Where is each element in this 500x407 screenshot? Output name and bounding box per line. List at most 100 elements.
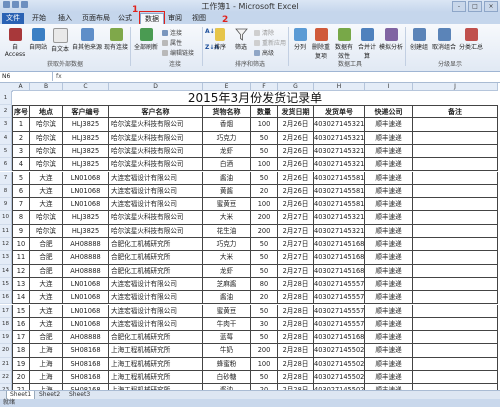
table-cell-col-h[interactable]: 403027145557 xyxy=(314,291,365,305)
table-cell-col-g[interactable]: 2月28日 xyxy=(278,277,314,292)
table-cell-col-e[interactable]: 酱油 xyxy=(203,291,251,305)
text-to-columns-button[interactable]: 分列 xyxy=(291,28,309,51)
table-header-cell[interactable]: 客户名称 xyxy=(109,105,203,119)
table-cell-col-e[interactable]: 酱油 xyxy=(203,171,251,185)
table-cell-col-a[interactable]: 5 xyxy=(12,171,30,185)
data-validation-button[interactable]: 数据有效性 xyxy=(333,28,355,60)
table-cell-col-d[interactable]: 合肥化工机械研究所 xyxy=(109,251,203,265)
table-cell-col-i[interactable]: 顺丰速递 xyxy=(365,238,413,252)
table-cell-col-j[interactable] xyxy=(413,131,498,145)
refresh-all-button[interactable]: 全部刷新 xyxy=(133,28,159,51)
table-header-cell[interactable]: 发货单号 xyxy=(314,105,365,119)
table-cell-col-a[interactable]: 1 xyxy=(12,118,30,132)
table-cell-col-d[interactable]: 哈尔滨星火科技有限公司 xyxy=(109,118,203,132)
table-cell-col-a[interactable]: 14 xyxy=(12,291,30,305)
from-web-button[interactable]: 自网站 xyxy=(28,28,48,51)
column-header-i[interactable]: I xyxy=(365,83,413,91)
table-cell-col-c[interactable]: HLJ3825 xyxy=(63,158,109,172)
minimize-button[interactable]: - xyxy=(452,1,466,12)
table-cell-col-h[interactable]: 403027145502 xyxy=(314,344,365,358)
consolidate-button[interactable]: 合并计算 xyxy=(356,28,378,60)
table-cell-col-d[interactable]: 大连宏福设计有限公司 xyxy=(109,277,203,292)
row-header[interactable]: 20 xyxy=(0,344,12,358)
table-cell-col-a[interactable]: 18 xyxy=(12,344,30,358)
row-header[interactable]: 10 xyxy=(0,211,12,225)
table-cell-col-e[interactable]: 蜜黄豆 xyxy=(203,304,251,318)
table-cell-col-d[interactable]: 哈尔滨星火科技有限公司 xyxy=(109,131,203,145)
row-header[interactable]: 4 xyxy=(0,131,12,145)
table-header-cell[interactable]: 客户编号 xyxy=(63,105,109,119)
table-cell-col-c[interactable]: LN01068 xyxy=(63,291,109,305)
table-cell-col-f[interactable]: 200 xyxy=(251,344,278,358)
column-header-d[interactable]: D xyxy=(109,83,203,91)
row-header[interactable]: 17 xyxy=(0,304,12,318)
column-header-j[interactable]: J xyxy=(413,83,498,91)
table-cell-col-i[interactable]: 顺丰速递 xyxy=(365,331,413,345)
table-header-cell[interactable]: 备注 xyxy=(413,105,498,119)
table-cell-col-j[interactable] xyxy=(413,118,498,132)
table-cell-col-h[interactable]: 403027145168 xyxy=(314,264,365,278)
table-cell-col-c[interactable]: SH08168 xyxy=(63,357,109,371)
from-text-button[interactable]: 自文本 xyxy=(50,28,70,53)
table-cell-col-c[interactable]: AH08888 xyxy=(63,264,109,278)
table-cell-col-b[interactable]: 合肥 xyxy=(30,331,63,345)
sheet-tab-sheet2[interactable]: Sheet2 xyxy=(36,391,63,399)
table-cell-col-e[interactable]: 蜜黄豆 xyxy=(203,198,251,212)
table-cell-col-i[interactable]: 顺丰速递 xyxy=(365,344,413,358)
table-cell-col-c[interactable]: SH08168 xyxy=(63,344,109,358)
row-header[interactable]: 12 xyxy=(0,238,12,252)
table-cell-col-h[interactable]: 403027145321 xyxy=(314,158,365,172)
table-cell-col-c[interactable]: HLJ3825 xyxy=(63,118,109,132)
table-cell-col-g[interactable]: 2月27日 xyxy=(278,211,314,225)
table-cell-col-e[interactable]: 花生油 xyxy=(203,224,251,238)
table-cell-col-d[interactable]: 哈尔滨星火科技有限公司 xyxy=(109,158,203,172)
column-header-e[interactable]: E xyxy=(203,83,251,91)
table-cell-col-a[interactable]: 9 xyxy=(12,224,30,238)
table-cell-col-c[interactable]: LN01068 xyxy=(63,317,109,332)
table-cell-col-c[interactable]: AH08888 xyxy=(63,251,109,265)
table-cell-col-b[interactable]: 上海 xyxy=(30,344,63,358)
table-cell-col-e[interactable]: 香烟 xyxy=(203,118,251,132)
table-cell-col-c[interactable]: HLJ3825 xyxy=(63,131,109,145)
table-cell-col-d[interactable]: 大连宏福设计有限公司 xyxy=(109,171,203,185)
row-header[interactable]: 16 xyxy=(0,291,12,305)
table-cell-col-j[interactable] xyxy=(413,158,498,172)
table-cell-col-i[interactable]: 顺丰速递 xyxy=(365,304,413,318)
table-cell-col-f[interactable]: 80 xyxy=(251,277,278,292)
table-cell-col-g[interactable]: 2月26日 xyxy=(278,131,314,145)
table-cell-col-d[interactable]: 大连宏福设计有限公司 xyxy=(109,317,203,332)
table-cell-col-g[interactable]: 2月27日 xyxy=(278,251,314,265)
table-cell-col-j[interactable] xyxy=(413,224,498,238)
table-cell-col-h[interactable]: 403027145321 xyxy=(314,118,365,132)
remove-duplicates-button[interactable]: 删除重复项 xyxy=(310,28,332,60)
table-cell-col-g[interactable]: 2月28日 xyxy=(278,371,314,385)
table-cell-col-b[interactable]: 合肥 xyxy=(30,251,63,265)
table-cell-col-i[interactable]: 顺丰速递 xyxy=(365,184,413,199)
row-header[interactable]: 11 xyxy=(0,224,12,238)
table-cell-col-f[interactable]: 200 xyxy=(251,211,278,225)
table-cell-col-f[interactable]: 100 xyxy=(251,118,278,132)
from-access-button[interactable]: 自 Access xyxy=(4,28,26,58)
table-cell-col-f[interactable]: 30 xyxy=(251,317,278,332)
table-cell-col-d[interactable]: 大连宏福设计有限公司 xyxy=(109,291,203,305)
table-cell-col-f[interactable]: 50 xyxy=(251,304,278,318)
row-header[interactable]: 21 xyxy=(0,357,12,371)
fx-icon[interactable]: fx xyxy=(56,72,62,81)
table-cell-col-d[interactable]: 大连宏福设计有限公司 xyxy=(109,184,203,199)
table-cell-col-f[interactable]: 50 xyxy=(251,144,278,159)
row-header[interactable]: 5 xyxy=(0,144,12,159)
table-cell-col-b[interactable]: 哈尔滨 xyxy=(30,158,63,172)
table-cell-col-e[interactable]: 巧克力 xyxy=(203,131,251,145)
table-cell-col-f[interactable]: 100 xyxy=(251,198,278,212)
table-cell-col-i[interactable]: 顺丰速递 xyxy=(365,264,413,278)
table-cell-col-g[interactable]: 2月26日 xyxy=(278,198,314,212)
column-header-h[interactable]: H xyxy=(314,83,365,91)
table-cell-col-h[interactable]: 403027145581 xyxy=(314,184,365,199)
table-cell-col-a[interactable]: 6 xyxy=(12,184,30,199)
table-cell-col-g[interactable]: 2月27日 xyxy=(278,224,314,238)
table-cell-col-g[interactable]: 2月27日 xyxy=(278,238,314,252)
table-cell-col-e[interactable]: 牛肉干 xyxy=(203,317,251,332)
table-cell-col-b[interactable]: 大连 xyxy=(30,291,63,305)
table-cell-col-e[interactable]: 白酒 xyxy=(203,158,251,172)
table-header-cell[interactable]: 货物名称 xyxy=(203,105,251,119)
